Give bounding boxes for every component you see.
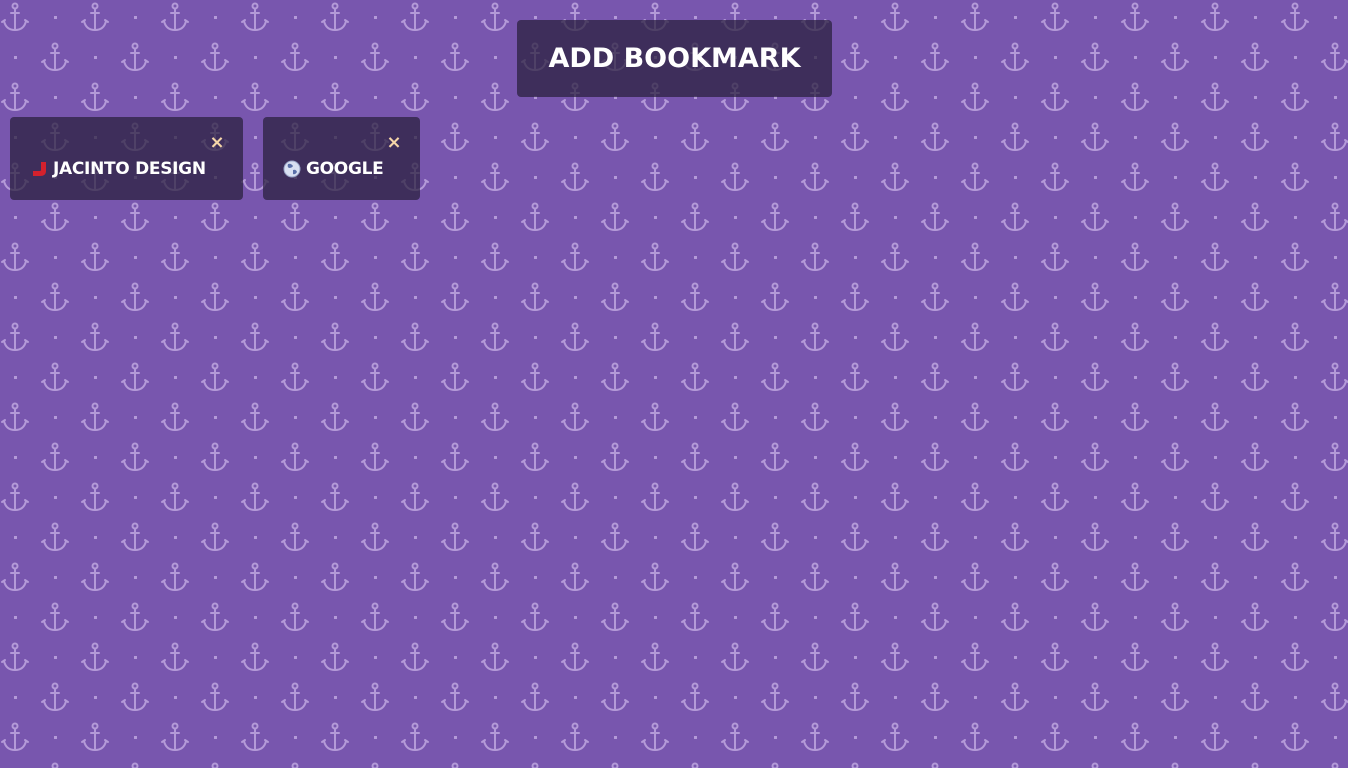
- anchor-pattern-background: [0, 0, 1348, 768]
- add-bookmark-button[interactable]: ADD BOOKMARK: [517, 20, 832, 97]
- globe-icon: [283, 160, 301, 178]
- jacinto-j-icon: [33, 162, 46, 176]
- bookmark-label: GOOGLE: [306, 159, 384, 179]
- close-icon[interactable]: ×: [386, 134, 402, 152]
- bookmark-label: JACINTO DESIGN: [53, 159, 206, 179]
- bookmark-content: JACINTO DESIGN: [30, 157, 206, 181]
- bookmark-google[interactable]: × GOOGLE: [263, 117, 420, 200]
- bookmark-jacinto-design[interactable]: × JACINTO DESIGN: [10, 117, 243, 200]
- bookmark-content: GOOGLE: [283, 157, 384, 181]
- close-icon[interactable]: ×: [209, 134, 225, 152]
